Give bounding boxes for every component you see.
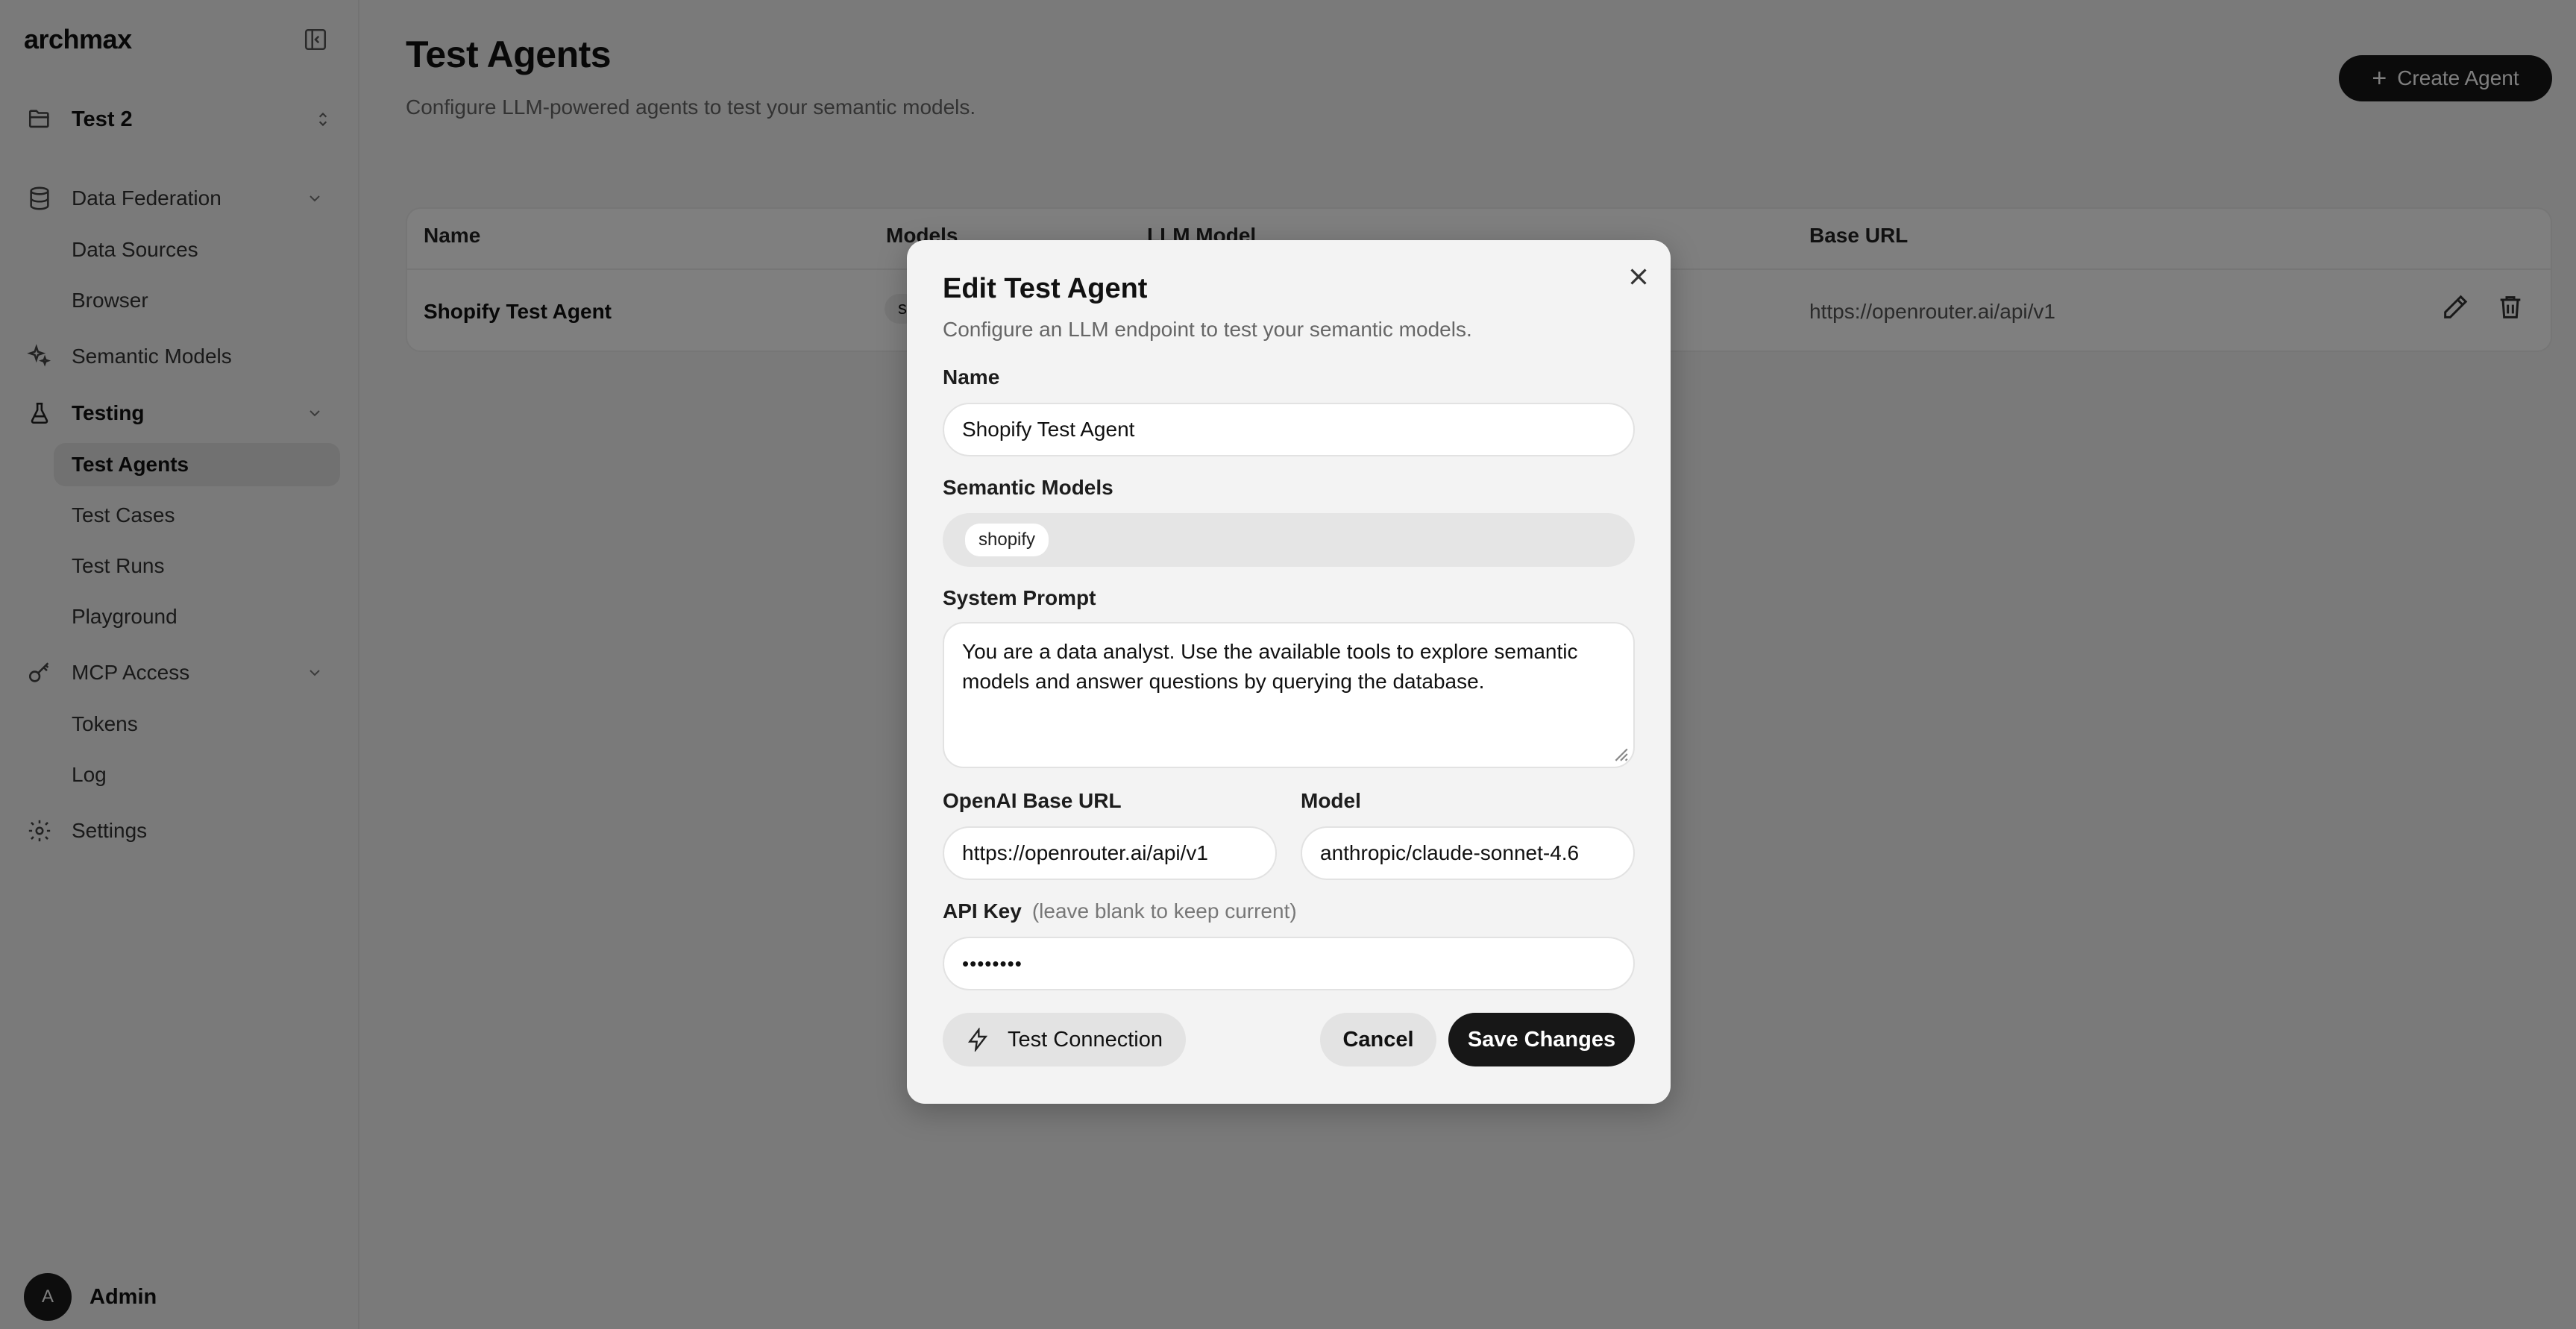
edit-agent-dialog: Edit Test Agent Configure an LLM endpoin…: [907, 240, 1671, 1104]
api-key-label-text: API Key: [943, 899, 1022, 923]
model-tag[interactable]: shopify: [965, 524, 1049, 556]
lightning-icon: [967, 1028, 988, 1052]
resize-handle-icon[interactable]: [1612, 746, 1629, 762]
test-connection-label: Test Connection: [1008, 1027, 1163, 1052]
cancel-button[interactable]: Cancel: [1320, 1013, 1436, 1066]
model-input[interactable]: anthropic/claude-sonnet-4.6: [1301, 826, 1635, 880]
close-icon[interactable]: [1624, 263, 1653, 291]
api-key-label: API Key (leave blank to keep current): [943, 899, 1297, 923]
system-prompt-textarea[interactable]: You are a data analyst. Use the availabl…: [943, 622, 1635, 768]
dialog-description: Configure an LLM endpoint to test your s…: [943, 318, 1472, 341]
name-label: Name: [943, 365, 1000, 389]
base-url-label: OpenAI Base URL: [943, 789, 1122, 812]
model-label: Model: [1301, 789, 1361, 812]
semantic-models-select[interactable]: shopify: [943, 513, 1635, 567]
dialog-title: Edit Test Agent: [943, 273, 1148, 304]
test-connection-button[interactable]: Test Connection: [943, 1013, 1186, 1066]
system-prompt-text: You are a data analyst. Use the availabl…: [962, 640, 1578, 693]
system-prompt-label: System Prompt: [943, 586, 1096, 609]
name-input[interactable]: Shopify Test Agent: [943, 403, 1635, 456]
save-changes-button[interactable]: Save Changes: [1448, 1013, 1635, 1066]
api-key-hint: (leave blank to keep current): [1031, 899, 1297, 923]
base-url-input[interactable]: https://openrouter.ai/api/v1: [943, 826, 1277, 880]
semantic-models-label: Semantic Models: [943, 476, 1113, 499]
api-key-input[interactable]: ••••••••: [943, 937, 1635, 990]
